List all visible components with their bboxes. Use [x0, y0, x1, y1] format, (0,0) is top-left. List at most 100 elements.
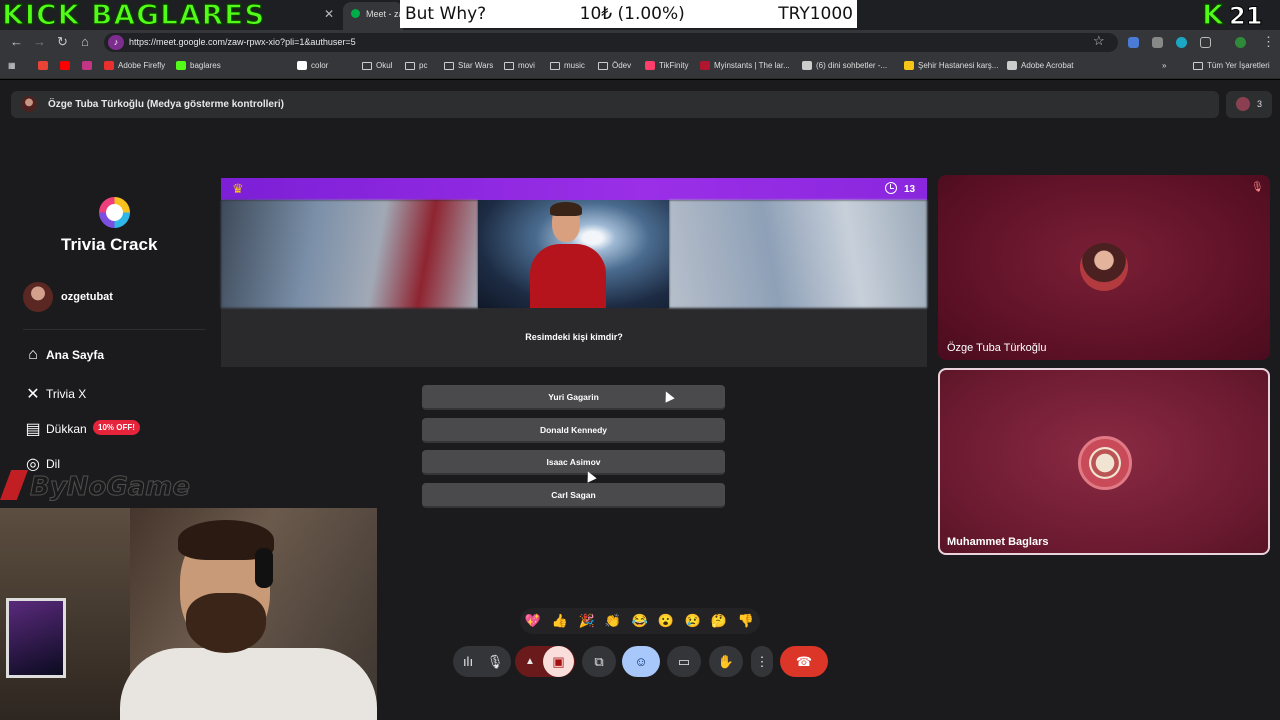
gmail-icon[interactable] — [38, 61, 48, 70]
bookmark-item[interactable]: (6) dini sohbetler -... — [802, 61, 887, 70]
extension-icon[interactable] — [1152, 37, 1163, 48]
tab-label: Meet - za — [366, 9, 403, 19]
extensions-puzzle-icon[interactable] — [1200, 37, 1211, 48]
reaction-laugh[interactable]: 😂 — [629, 612, 651, 630]
reaction-thinking[interactable]: 🤔 — [708, 612, 730, 630]
bookmark-star-icon[interactable]: ☆ — [1093, 33, 1105, 49]
bookmark-favicon-icon — [297, 61, 307, 70]
bookmark-label: (6) dini sohbetler -... — [816, 61, 888, 70]
bookmark-item[interactable]: Myinstants | The lar... — [700, 61, 790, 70]
participant-avatar — [1080, 243, 1128, 291]
sidebar-item-language[interactable]: ◎ Dil — [24, 454, 60, 474]
apps-grid-icon[interactable]: ▦ — [8, 61, 16, 70]
donation-ticker: But Why? 10₺ (1.00%) TRY1000 — [400, 0, 857, 28]
reaction-party[interactable]: 🎉 — [576, 612, 598, 630]
reaction-thumbs-down[interactable]: 👎 — [735, 612, 757, 630]
bookmark-label: Ödev — [612, 61, 632, 70]
crown-icon: ♛ — [232, 181, 244, 196]
leave-call-button[interactable]: ☎ — [780, 646, 828, 677]
folder-icon — [1193, 61, 1203, 70]
bookmark-item[interactable]: color — [297, 61, 328, 70]
bookmarks-overflow-icon[interactable]: » — [1162, 61, 1166, 70]
bookmark-label: Adobe Acrobat — [1021, 61, 1074, 70]
all-bookmarks-folder[interactable]: Tüm Yer İşaretleri — [1193, 61, 1270, 70]
browser-menu-icon[interactable]: ⋮ — [1262, 34, 1275, 50]
sidebar-item-home[interactable]: ⌂ Ana Sayfa — [24, 346, 104, 364]
reload-icon[interactable]: ↻ — [57, 34, 68, 50]
bookmark-label: TikFinity — [659, 61, 689, 70]
bookmark-item[interactable]: Şehir Hastanesi karş... — [904, 61, 998, 70]
answer-button[interactable]: Donald Kennedy — [422, 418, 725, 443]
clock-icon — [885, 182, 897, 194]
person-hair — [550, 202, 582, 216]
answer-button[interactable]: Carl Sagan — [422, 483, 725, 508]
present-screen-button[interactable]: ⧉ — [582, 646, 616, 677]
back-icon[interactable]: ← — [10, 34, 23, 50]
bookmark-item[interactable]: pc — [405, 61, 427, 70]
extension-translate-icon[interactable] — [1128, 37, 1139, 48]
folder-icon — [504, 61, 514, 70]
forward-icon[interactable]: → — [33, 34, 46, 50]
bookmark-item[interactable]: baglares — [176, 61, 221, 70]
audio-level-icon[interactable]: ılı — [456, 646, 480, 677]
camera-off-button[interactable]: ▣ — [543, 646, 574, 677]
question-image — [478, 200, 669, 308]
bookmark-favicon-icon — [700, 61, 710, 70]
extension-icon[interactable] — [1176, 37, 1187, 48]
ticker-amount: 10₺ (1.00%) — [579, 4, 685, 24]
bookmark-favicon-icon — [1007, 61, 1017, 70]
reactions-button[interactable]: ☺ — [622, 646, 660, 677]
sidebar-item-trivia-x[interactable]: ✕ Trivia X — [24, 384, 86, 404]
profile-avatar-icon[interactable] — [1235, 37, 1246, 48]
bookmark-favicon-icon — [176, 61, 186, 70]
question-text: Resimdeki kişi kimdir? — [525, 332, 623, 342]
tab-close-icon[interactable]: ✕ — [324, 7, 334, 21]
username[interactable]: ozgetubat — [61, 291, 113, 303]
reaction-clap[interactable]: 👏 — [602, 612, 624, 630]
reaction-sad[interactable]: 😢 — [682, 612, 704, 630]
bookmark-item[interactable]: Star Wars — [444, 61, 493, 70]
bookmark-item[interactable]: movi — [504, 61, 535, 70]
active-browser-tab[interactable]: Meet - za — [343, 2, 403, 30]
instagram-icon[interactable] — [82, 61, 92, 70]
bookmark-item[interactable]: Adobe Acrobat — [1007, 61, 1073, 70]
participant-name: Muhammet Baglars — [947, 536, 1049, 548]
bookmark-item[interactable]: Okul — [362, 61, 392, 70]
meet-favicon-icon — [351, 9, 360, 18]
question-header-bar — [221, 178, 927, 200]
trivia-crack-logo-icon — [99, 197, 130, 228]
ticker-label: But Why? — [405, 4, 487, 24]
person-sweater — [530, 244, 606, 308]
youtube-icon[interactable] — [60, 61, 70, 70]
bookmark-item[interactable]: Ödev — [598, 61, 631, 70]
site-info-icon[interactable]: ♪ — [108, 35, 124, 50]
bookmark-item[interactable]: TikFinity — [645, 61, 688, 70]
raise-hand-button[interactable]: ✋ — [709, 646, 743, 677]
answer-button[interactable]: Isaac Asimov — [422, 450, 725, 475]
sidebar-item-shop[interactable]: ▤ Dükkan — [24, 419, 86, 439]
captions-button[interactable]: ▭ — [667, 646, 701, 677]
more-options-icon[interactable]: ⋮ — [751, 646, 773, 677]
bookmark-item[interactable]: music — [550, 61, 585, 70]
sidebar-divider — [23, 329, 206, 330]
bookmark-item[interactable]: Adobe Firefly — [104, 61, 165, 70]
participants-button[interactable]: 3 — [1226, 91, 1272, 118]
folder-icon — [444, 61, 454, 70]
bookmark-favicon-icon — [645, 61, 655, 70]
question-image-blur-left — [221, 200, 478, 308]
webcam-monitor — [6, 598, 66, 678]
webcam-shirt — [120, 648, 377, 720]
home-icon[interactable]: ⌂ — [81, 34, 89, 50]
url-text[interactable]: https://meet.google.com/zaw-rpwx-xio?pli… — [129, 37, 356, 47]
microphone-icon[interactable]: 🎙 — [482, 646, 508, 677]
reaction-surprised[interactable]: 😮 — [655, 612, 677, 630]
participant-avatar-icon — [1236, 97, 1250, 111]
chevron-up-icon[interactable]: ▲ — [518, 646, 542, 677]
presentation-banner-text[interactable]: Özge Tuba Türkoğlu (Medya gösterme kontr… — [48, 99, 284, 110]
participant-count: 3 — [1257, 99, 1263, 109]
bookmark-label: Myinstants | The lar... — [714, 61, 790, 70]
reaction-thumbs-up[interactable]: 👍 — [549, 612, 571, 630]
user-avatar[interactable] — [23, 282, 53, 312]
answer-button[interactable]: Yuri Gagarin — [422, 385, 725, 410]
reaction-heart[interactable]: 💖 — [522, 612, 544, 630]
